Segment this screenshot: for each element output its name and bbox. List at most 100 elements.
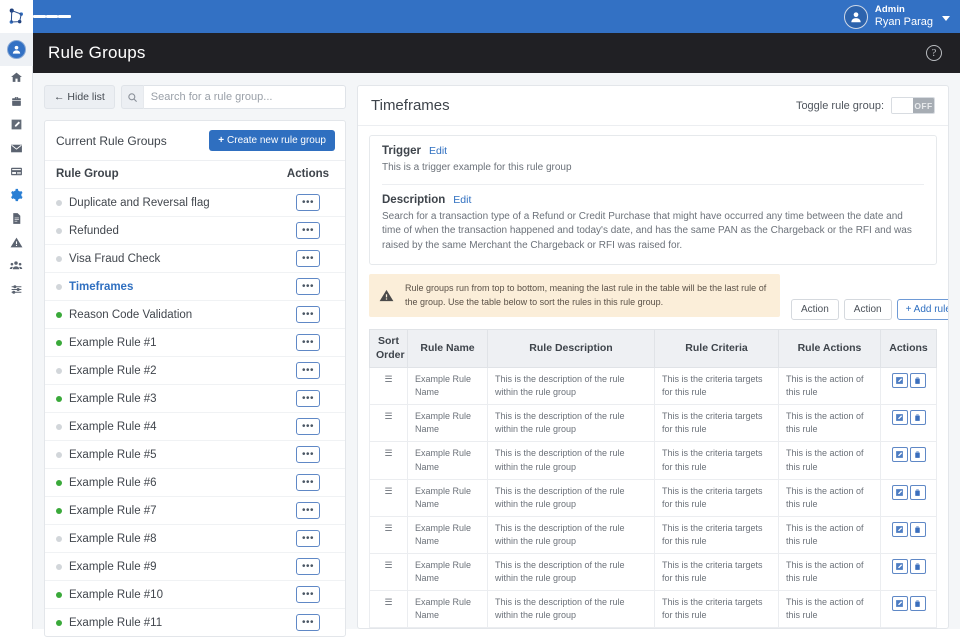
rule-group-row-actions: ••• [282, 586, 334, 603]
action-button-1[interactable]: Action [791, 299, 839, 320]
drag-handle-icon[interactable]: ☰ [369, 478, 408, 517]
edit-icon[interactable] [891, 558, 908, 574]
rule-group-row[interactable]: Example Rule #11 ••• [45, 609, 345, 636]
rule-group-row[interactable]: Duplicate and Reversal flag ••• [45, 189, 345, 217]
sidebar-item-documents[interactable] [0, 207, 33, 231]
toggle-rule-group-switch[interactable]: OFF [891, 97, 935, 114]
edit-square-icon [11, 119, 21, 130]
rule-group-row-actions: ••• [282, 278, 334, 295]
sidebar-item-home[interactable] [0, 66, 33, 90]
trash-icon[interactable] [909, 484, 926, 500]
status-dot [56, 227, 62, 234]
row-actions-menu-button[interactable]: ••• [296, 278, 320, 295]
hamburger-menu-icon[interactable] [33, 0, 72, 33]
rule-group-row[interactable]: Example Rule #6 ••• [45, 469, 345, 497]
sidebar-item-messages[interactable] [0, 137, 33, 161]
rule-group-row[interactable]: Visa Fraud Check ••• [45, 245, 345, 273]
rule-group-row[interactable]: Example Rule #5 ••• [45, 441, 345, 469]
row-actions-menu-button[interactable]: ••• [296, 418, 320, 435]
cell-rule-name: Example Rule Name [407, 515, 488, 554]
column-header-rule-group: Rule Group [56, 168, 119, 180]
rule-group-row[interactable]: Example Rule #10 ••• [45, 581, 345, 609]
rule-group-row[interactable]: Example Rule #7 ••• [45, 497, 345, 525]
sidebar-profile-avatar[interactable] [0, 33, 33, 66]
rule-group-row[interactable]: Timeframes ••• [45, 273, 345, 301]
cell-rule-description: This is the description of the rule with… [487, 552, 655, 591]
row-actions-menu-button[interactable]: ••• [296, 586, 320, 603]
rule-group-row[interactable]: Example Rule #9 ••• [45, 553, 345, 581]
rule-group-row-actions: ••• [282, 222, 334, 239]
rule-group-row[interactable]: Reason Code Validation ••• [45, 301, 345, 329]
user-menu[interactable]: Admin Ryan Parag [843, 0, 960, 33]
row-actions-menu-button[interactable]: ••• [296, 306, 320, 323]
sidebar-item-edit[interactable] [0, 113, 33, 137]
sidebar-item-cases[interactable] [0, 90, 33, 114]
trash-icon[interactable] [909, 410, 926, 426]
cell-rule-actions: This is the action of this rule [778, 552, 881, 591]
sidebar-item-alerts[interactable] [0, 231, 33, 255]
row-actions-menu-button[interactable]: ••• [296, 446, 320, 463]
create-new-rule-group-button[interactable]: + Create new rule group [209, 130, 335, 151]
edit-icon[interactable] [891, 410, 908, 426]
rule-group-row[interactable]: Example Rule #1 ••• [45, 329, 345, 357]
edit-glyph [896, 525, 903, 533]
edit-icon[interactable] [891, 484, 908, 500]
edit-icon[interactable] [891, 373, 908, 389]
sidebar-item-cards[interactable] [0, 160, 33, 184]
row-actions-menu-button[interactable]: ••• [296, 530, 320, 547]
rule-group-name: Refunded [56, 225, 282, 237]
rule-group-row[interactable]: Example Rule #4 ••• [45, 413, 345, 441]
action-button-2[interactable]: Action [843, 299, 892, 320]
search-icon[interactable] [120, 85, 143, 109]
trash-icon[interactable] [909, 558, 926, 574]
drag-handle-icon[interactable]: ☰ [369, 404, 408, 443]
search-input[interactable] [142, 85, 346, 109]
row-actions-menu-button[interactable]: ••• [296, 614, 320, 631]
row-actions-menu-button[interactable]: ••• [296, 194, 320, 211]
hide-list-button[interactable]: ← Hide list [44, 85, 115, 109]
row-actions-menu-button[interactable]: ••• [296, 250, 320, 267]
drag-handle-icon[interactable]: ☰ [369, 552, 408, 591]
sidebar-item-settings[interactable] [0, 184, 33, 208]
edit-icon[interactable] [891, 595, 908, 611]
row-actions-menu-button[interactable]: ••• [296, 558, 320, 575]
chevron-down-icon[interactable] [942, 16, 950, 21]
rule-group-row[interactable]: Example Rule #3 ••• [45, 385, 345, 413]
drag-handle-icon[interactable]: ☰ [369, 367, 408, 406]
row-actions-menu-button[interactable]: ••• [296, 334, 320, 351]
sidebar-item-users[interactable] [0, 254, 33, 278]
trigger-edit-link[interactable]: Edit [429, 145, 447, 157]
drag-handle-icon[interactable]: ☰ [369, 441, 408, 480]
sliders-icon [11, 285, 21, 294]
question-circle-icon[interactable]: ? [926, 45, 942, 61]
cell-actions [880, 367, 937, 406]
trash-icon[interactable] [909, 521, 926, 537]
trash-icon[interactable] [909, 373, 926, 389]
rule-group-label: Example Rule #4 [69, 420, 157, 433]
rule-group-row[interactable]: Refunded ••• [45, 217, 345, 245]
rule-group-row-actions: ••• [282, 418, 334, 435]
row-actions-menu-button[interactable]: ••• [296, 474, 320, 491]
drag-handle-icon[interactable]: ☰ [369, 589, 408, 628]
app-logo[interactable] [0, 0, 33, 33]
drag-handle-icon[interactable]: ☰ [369, 626, 408, 628]
rule-group-row[interactable]: Example Rule #8 ••• [45, 525, 345, 553]
rule-actions-toolbar: Action Action + Add rule to rule group [791, 274, 948, 320]
description-edit-link[interactable]: Edit [453, 194, 471, 206]
edit-glyph [896, 377, 903, 385]
row-actions-menu-button[interactable]: ••• [296, 502, 320, 519]
rule-group-row[interactable]: Example Rule #2 ••• [45, 357, 345, 385]
sidebar-item-preferences[interactable] [0, 278, 33, 302]
edit-icon[interactable] [891, 521, 908, 537]
edit-icon[interactable] [891, 447, 908, 463]
add-rule-to-rule-group-button[interactable]: + Add rule to rule group [896, 299, 948, 320]
toggle-state-label: OFF [913, 98, 934, 113]
status-dot [56, 423, 62, 430]
trash-icon[interactable] [909, 595, 926, 611]
row-actions-menu-button[interactable]: ••• [296, 390, 320, 407]
drag-handle-icon[interactable]: ☰ [369, 515, 408, 554]
rule-groups-rows: Duplicate and Reversal flag ••• Refunded ••… [45, 189, 345, 636]
trash-icon[interactable] [909, 447, 926, 463]
row-actions-menu-button[interactable]: ••• [296, 362, 320, 379]
row-actions-menu-button[interactable]: ••• [296, 222, 320, 239]
